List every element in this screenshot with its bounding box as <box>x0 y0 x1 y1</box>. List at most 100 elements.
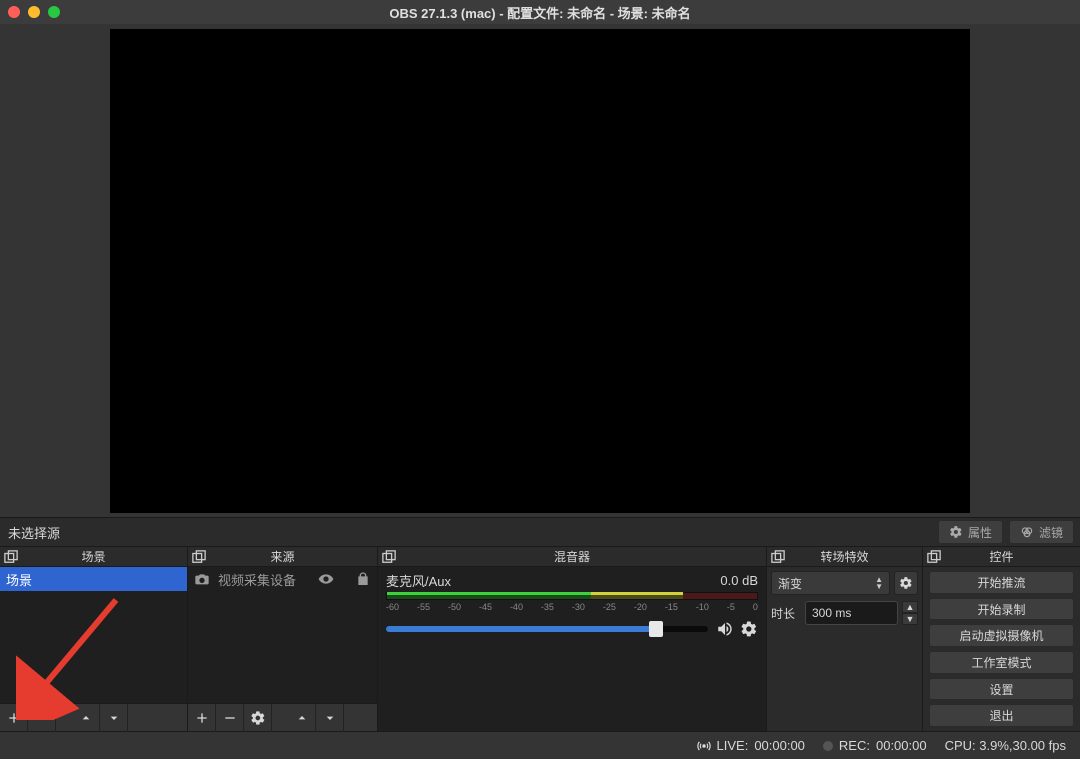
mixer-channel-header: 麦克风/Aux 0.0 dB <box>386 571 758 590</box>
gear-icon[interactable] <box>740 620 758 638</box>
chevron-down-icon <box>322 710 338 726</box>
chevron-down-icon <box>106 710 122 726</box>
move-scene-up-button[interactable] <box>72 704 100 732</box>
sources-footer <box>188 703 377 731</box>
remove-scene-button[interactable] <box>28 704 56 732</box>
duration-spinner[interactable]: ▲ ▼ <box>902 601 918 625</box>
select-caret-icon: ▲▼ <box>875 576 883 590</box>
sources-title: 来源 <box>270 548 294 565</box>
move-source-down-button[interactable] <box>316 704 344 732</box>
titlebar: OBS 27.1.3 (mac) - 配置文件: 未命名 - 场景: 未命名 <box>0 0 1080 24</box>
camera-icon <box>194 571 210 587</box>
filters-label: 滤镜 <box>1039 524 1063 541</box>
broadcast-icon <box>697 739 711 753</box>
live-time: 00:00:00 <box>754 738 805 753</box>
scenes-footer <box>0 703 187 731</box>
preview-area <box>0 24 1080 517</box>
visibility-toggle[interactable] <box>318 571 334 587</box>
transitions-panel: 转场特效 渐变 ▲▼ 时长 300 ms ▲ ▼ <box>767 547 923 731</box>
properties-button[interactable]: 属性 <box>938 520 1003 544</box>
volume-slider[interactable] <box>386 626 708 632</box>
sources-header[interactable]: 来源 <box>188 547 377 567</box>
spin-down-button[interactable]: ▼ <box>902 613 918 625</box>
settings-button[interactable]: 设置 <box>929 678 1074 701</box>
tick: -30 <box>572 602 585 612</box>
mixer-channel-name: 麦克风/Aux <box>386 571 451 590</box>
tick: -35 <box>541 602 554 612</box>
cpu-text: CPU: 3.9%,30.00 fps <box>945 738 1066 753</box>
undock-icon <box>192 550 206 564</box>
source-settings-button[interactable] <box>244 704 272 732</box>
duration-label: 时长 <box>771 605 801 622</box>
minimize-window-button[interactable] <box>28 6 40 18</box>
filters-button[interactable]: 滤镜 <box>1009 520 1074 544</box>
transitions-header[interactable]: 转场特效 <box>767 547 922 567</box>
source-toolbar: 未选择源 属性 滤镜 <box>0 517 1080 547</box>
record-dot-icon <box>823 741 833 751</box>
plus-icon <box>194 710 210 726</box>
duration-value: 300 ms <box>812 606 851 620</box>
sources-panel: 来源 视频采集设备 <box>188 547 378 731</box>
transitions-title: 转场特效 <box>820 548 868 565</box>
scenes-panel: 场景 场景 <box>0 547 188 731</box>
gear-icon <box>899 576 913 590</box>
tick: -45 <box>479 602 492 612</box>
undock-icon <box>382 550 396 564</box>
tick: -60 <box>386 602 399 612</box>
no-source-label: 未选择源 <box>6 523 60 542</box>
undock-icon <box>927 550 941 564</box>
transitions-body: 渐变 ▲▼ 时长 300 ms ▲ ▼ <box>767 567 922 731</box>
preview-canvas[interactable] <box>110 29 970 513</box>
chevron-up-icon <box>78 710 94 726</box>
scene-item-selected[interactable]: 场景 <box>0 567 187 591</box>
exit-button[interactable]: 退出 <box>929 704 1074 727</box>
spin-up-button[interactable]: ▲ <box>902 601 918 613</box>
tick: -40 <box>510 602 523 612</box>
controls-title: 控件 <box>989 548 1013 565</box>
start-recording-button[interactable]: 开始录制 <box>929 598 1074 621</box>
panels-row: 场景 场景 来源 视频采集设备 <box>0 547 1080 731</box>
start-virtual-camera-button[interactable]: 启动虚拟摄像机 <box>929 624 1074 647</box>
minus-icon <box>34 710 50 726</box>
live-label: LIVE: <box>717 738 749 753</box>
rec-time: 00:00:00 <box>876 738 927 753</box>
filters-icon <box>1020 525 1034 539</box>
maximize-window-button[interactable] <box>48 6 60 18</box>
status-live: LIVE: 00:00:00 <box>697 738 805 753</box>
remove-source-button[interactable] <box>216 704 244 732</box>
mixer-header[interactable]: 混音器 <box>378 547 766 567</box>
properties-label: 属性 <box>968 524 992 541</box>
studio-mode-button[interactable]: 工作室模式 <box>929 651 1074 674</box>
close-window-button[interactable] <box>8 6 20 18</box>
tick: -25 <box>603 602 616 612</box>
move-source-up-button[interactable] <box>288 704 316 732</box>
move-scene-down-button[interactable] <box>100 704 128 732</box>
transition-select[interactable]: 渐变 ▲▼ <box>771 571 890 595</box>
mixer-channel-level: 0.0 dB <box>720 573 758 588</box>
mixer-title: 混音器 <box>554 548 590 565</box>
plus-icon <box>6 710 22 726</box>
source-item[interactable]: 视频采集设备 <box>188 567 377 591</box>
slider-thumb[interactable] <box>649 621 663 637</box>
controls-header[interactable]: 控件 <box>923 547 1080 567</box>
lock-toggle[interactable] <box>355 571 371 587</box>
start-streaming-button[interactable]: 开始推流 <box>929 571 1074 594</box>
tick: 0 <box>753 602 758 612</box>
add-scene-button[interactable] <box>0 704 28 732</box>
add-source-button[interactable] <box>188 704 216 732</box>
scenes-header[interactable]: 场景 <box>0 547 187 567</box>
controls-panel: 控件 开始推流 开始录制 启动虚拟摄像机 工作室模式 设置 退出 <box>923 547 1080 731</box>
sources-list[interactable]: 视频采集设备 <box>188 567 377 703</box>
speaker-icon[interactable] <box>716 620 734 638</box>
meter-ticks: -60 -55 -50 -45 -40 -35 -30 -25 -20 -15 … <box>386 602 758 612</box>
transition-selected: 渐变 <box>778 575 802 592</box>
mixer-body: 麦克风/Aux 0.0 dB -60 -55 -50 -45 -40 -35 -… <box>378 567 766 731</box>
gear-icon <box>949 525 963 539</box>
rec-label: REC: <box>839 738 870 753</box>
tick: -5 <box>727 602 735 612</box>
scenes-list[interactable]: 场景 <box>0 567 187 703</box>
transition-settings-button[interactable] <box>894 571 918 595</box>
duration-input[interactable]: 300 ms <box>805 601 898 625</box>
undock-icon <box>4 550 18 564</box>
traffic-lights <box>8 6 60 18</box>
